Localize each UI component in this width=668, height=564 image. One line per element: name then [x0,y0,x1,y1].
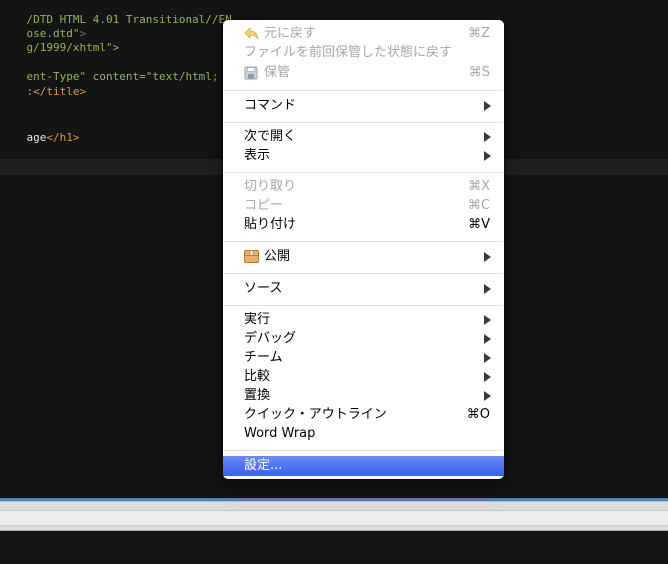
submenu-arrow-icon [484,252,491,262]
menu-item-label: 置換 [244,388,271,403]
code-token: </h1> [46,131,80,144]
submenu-arrow-icon [484,132,491,142]
menu-item-publish[interactable]: 公開 [223,247,504,266]
menu-item-label: ファイルを前回保管した状態に戻す [244,45,453,60]
menu-item-save[interactable]: 保管 ⌘S [223,63,504,82]
code-line: :</title> [0,68,87,98]
menu-item-copy[interactable]: コピー ⌘C [223,196,504,215]
menu-item-label: Word Wrap [244,426,316,441]
shortcut-label: ⌘O [466,407,490,422]
submenu-arrow-icon [484,334,491,344]
menu-item-label: クイック・アウトライン [244,407,387,422]
menu-separator [224,450,503,451]
menu-item-label: コピー [244,198,284,213]
shortcut-label: ⌘V [468,217,490,232]
menu-item-paste[interactable]: 貼り付け ⌘V [223,215,504,234]
menu-item-revert[interactable]: ファイルを前回保管した状態に戻す [223,43,504,62]
submenu-arrow-icon [484,353,491,363]
menu-item-settings[interactable]: 設定... [223,456,504,476]
menu-item-label: 実行 [244,312,271,327]
menu-item-label: 比較 [244,369,271,384]
menu-item-label: デバッグ [244,331,297,346]
submenu-arrow-icon [484,151,491,161]
shortcut-label: ⌘S [468,65,490,80]
package-box-icon [244,250,259,263]
bottom-panel [0,501,668,531]
submenu-arrow-icon [484,372,491,382]
floppy-disk-icon [244,66,258,80]
menu-item-replace[interactable]: 置換 [223,386,504,405]
panel-tab-bar [0,510,668,526]
menu-item-label: チーム [244,350,283,365]
submenu-arrow-icon [484,284,491,294]
menu-item-label: 表示 [244,148,271,163]
shortcut-label: ⌘Z [468,26,490,41]
submenu-arrow-icon [484,391,491,401]
menu-item-label: コマンド [244,98,297,113]
menu-item-label: 設定... [244,458,283,473]
code-line: age</h1> [0,114,80,144]
code-token: age [26,131,47,144]
menu-item-open-with[interactable]: 次で開く [223,127,504,146]
code-line: g/1999/xhtml"> [0,24,120,54]
bottom-area [0,531,668,564]
menu-item-label: 切り取り [244,179,297,194]
menu-item-run[interactable]: 実行 [223,310,504,329]
menu-separator [224,273,503,274]
menu-item-undo[interactable]: 元に戻す ⌘Z [223,24,504,43]
menu-item-compare[interactable]: 比較 [223,367,504,386]
undo-arrow-icon [244,27,259,40]
menu-item-team[interactable]: チーム [223,348,504,367]
menu-item-word-wrap[interactable]: Word Wrap [223,424,504,443]
menu-item-source[interactable]: ソース [223,279,504,298]
menu-item-quick-outline[interactable]: クイック・アウトライン ⌘O [223,405,504,424]
menu-item-command[interactable]: コマンド [223,96,504,115]
menu-separator [224,122,503,123]
menu-item-label: ソース [244,281,283,296]
menu-separator [224,172,503,173]
shortcut-label: ⌘C [467,198,490,213]
menu-item-label: 公開 [264,249,291,264]
menu-separator [224,305,503,306]
menu-item-show[interactable]: 表示 [223,146,504,165]
shortcut-label: ⌘X [468,179,490,194]
menu-item-label: 次で開く [244,129,297,144]
menu-item-label: 貼り付け [244,217,297,232]
code-line: ent-Type" content="text/html; ch [0,53,239,83]
menu-item-label: 元に戻す [264,26,317,41]
submenu-arrow-icon [484,101,491,111]
menu-item-label: 保管 [264,65,291,80]
menu-item-cut[interactable]: 切り取り ⌘X [223,177,504,196]
menu-separator [224,241,503,242]
code-token: :</title> [26,85,87,98]
submenu-arrow-icon [484,315,491,325]
menu-item-debug[interactable]: デバッグ [223,329,504,348]
context-menu: 元に戻す ⌘Z ファイルを前回保管した状態に戻す 保管 ⌘S コマンド 次で開く… [223,20,504,479]
menu-separator [224,90,503,91]
